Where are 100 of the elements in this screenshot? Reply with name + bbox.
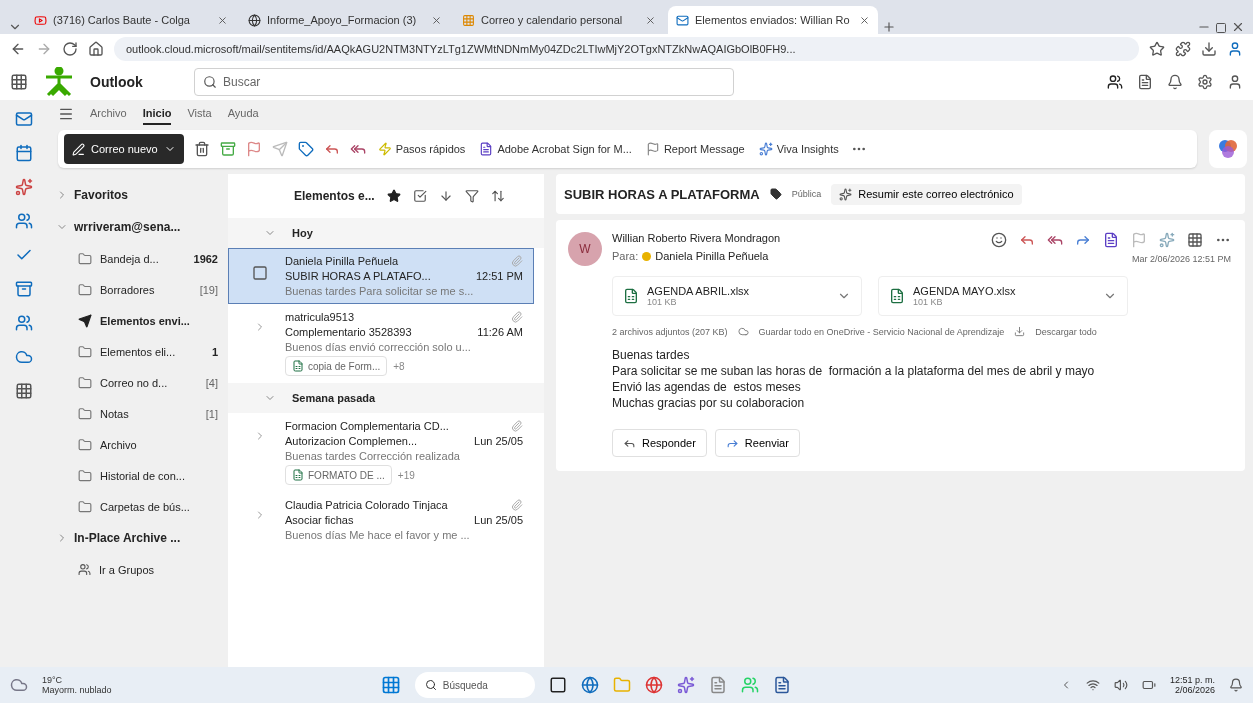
browser-tab[interactable]: (3716) Carlos Baute - Colga — [26, 6, 236, 34]
sender-name: Willian Roberto Rivera Mondragon — [612, 232, 781, 244]
folder-title: Elementos e... — [294, 189, 375, 203]
new-tab-icon[interactable] — [882, 20, 896, 34]
folder-item[interactable]: Bandeja d... 1962 — [56, 244, 218, 273]
back-icon[interactable] — [10, 41, 26, 57]
battery-icon[interactable] — [1142, 678, 1156, 692]
jump-icon — [438, 189, 453, 203]
folder-item[interactable]: Borradores [19] — [56, 275, 218, 304]
mail-icon[interactable] — [15, 110, 33, 128]
report-message-button[interactable]: Report Message — [643, 140, 747, 158]
close-icon[interactable] — [645, 14, 656, 26]
download-link[interactable]: Descargar todo — [1035, 326, 1097, 337]
address-bar[interactable]: outlook.cloud.microsoft/mail/sentitems/id/AAQkAGU2NTM3NTYzLTg1ZWMtNDNmMy04ZDc2LTIwMjY2OTgxNTZkNwAQAIGbOlB0FH9... — [114, 37, 1139, 61]
search-field[interactable]: Buscar — [194, 68, 734, 96]
close-icon[interactable] — [859, 14, 870, 26]
browser-tab[interactable]: Informe_Apoyo_Formacion (3) — [240, 6, 450, 34]
bookmark-star-icon[interactable] — [1149, 41, 1165, 57]
folder-group-title[interactable]: In-Place Archive ... — [74, 531, 181, 545]
weather-text: Mayorm. nublado — [42, 685, 112, 695]
folder-item[interactable]: Elementos eli... 1 — [56, 337, 218, 366]
download-icon[interactable] — [1201, 41, 1217, 57]
reload-icon[interactable] — [62, 41, 78, 57]
flag-icon[interactable] — [245, 141, 262, 157]
filter-icon — [464, 189, 479, 203]
notification-icon[interactable] — [1229, 678, 1243, 692]
body-line: Buenas tardes — [612, 347, 691, 363]
forward-button[interactable]: Reenviar — [714, 429, 800, 457]
folder-icon — [78, 251, 92, 266]
cloud-icon — [737, 326, 749, 337]
summarize-button[interactable]: Resumir este correo electrónico — [831, 183, 1022, 205]
calendar-icon[interactable] — [15, 144, 33, 162]
box-icon[interactable] — [15, 280, 33, 298]
browser-tab[interactable]: Correo y calendario personal — [454, 6, 664, 34]
body-line: Envió las agendas de estos meses — [612, 379, 802, 395]
browser-icon[interactable] — [580, 676, 599, 694]
checkbox-icon — [252, 265, 268, 281]
compose-icon — [72, 142, 85, 156]
groups-link[interactable]: Ir a Grupos — [56, 555, 218, 584]
attachment-chip[interactable]: FORMATO DE ... — [285, 465, 392, 485]
maximize-icon[interactable] — [1215, 22, 1227, 34]
reply-button[interactable]: Responder — [612, 429, 707, 457]
folder-icon — [78, 344, 92, 359]
acrobat-button[interactable]: Adobe Acrobat Sign for M... — [477, 140, 634, 158]
ribbon-tab[interactable]: Ayuda — [227, 103, 259, 125]
cloud-icon[interactable] — [15, 348, 33, 366]
task-view-icon[interactable] — [548, 676, 567, 694]
attachment-card[interactable]: AGENDA MAYO.xlsx 101 KB — [878, 276, 1128, 316]
tag-icon — [769, 188, 782, 200]
wifi-icon[interactable] — [1086, 678, 1100, 692]
weather-icon — [10, 676, 28, 694]
quick-steps-button[interactable]: Pasos rápidos — [375, 140, 468, 158]
people-icon[interactable] — [15, 212, 33, 230]
folder-item[interactable]: Correo no d... [4] — [56, 368, 218, 397]
document-icon[interactable] — [1103, 232, 1119, 248]
account-name[interactable]: wrriveram@sena... — [74, 220, 181, 234]
ribbon-tab[interactable]: Vista — [187, 103, 212, 125]
attachment-card[interactable]: AGENDA ABRIL.xlsx 101 KB — [612, 276, 862, 316]
settings-icon[interactable] — [1197, 74, 1213, 90]
home-icon[interactable] — [88, 41, 104, 57]
attachment-chip[interactable]: copia de Form... — [285, 356, 388, 376]
avatar: W — [568, 232, 602, 266]
insights-button[interactable]: Viva Insights — [756, 140, 841, 158]
ribbon-tab[interactable]: Archivo — [90, 103, 127, 125]
send-icon — [78, 313, 92, 328]
bell-icon[interactable] — [1167, 74, 1183, 90]
copilot-button[interactable] — [1209, 130, 1247, 168]
ribbon-tab[interactable]: Inicio — [142, 103, 172, 125]
emoji-icon[interactable] — [991, 232, 1007, 248]
archive-icon[interactable] — [219, 141, 236, 157]
volume-icon[interactable] — [1114, 678, 1128, 692]
profile-icon[interactable] — [1227, 41, 1243, 57]
folder-item[interactable]: Archivo — [56, 430, 218, 459]
folder-item[interactable]: Carpetas de bús... — [56, 492, 218, 521]
attachment-summary: 2 archivos adjuntos (207 KB) — [612, 326, 728, 337]
app-launcher-icon[interactable] — [10, 73, 28, 91]
delete-icon[interactable] — [193, 141, 210, 157]
sort-icon — [490, 189, 505, 203]
browser-tab[interactable]: Elementos enviados: Willian Ro — [668, 6, 878, 34]
folder-item[interactable]: Elementos envi... — [56, 306, 218, 335]
menu-icon[interactable] — [58, 106, 74, 122]
status-dot-icon — [642, 251, 652, 261]
spreadsheet-icon — [292, 469, 304, 481]
save-link[interactable]: Guardar todo en OneDrive - Servicio Nacional de Aprendizaje — [758, 326, 1005, 337]
close-icon[interactable] — [431, 14, 442, 26]
app-name: Outlook — [90, 74, 144, 90]
folder-item[interactable]: Notas [1] — [56, 399, 218, 428]
close-icon[interactable] — [1231, 20, 1245, 34]
new-mail-button[interactable]: Correo nuevo — [64, 134, 184, 164]
message-item[interactable]: Daniela Pinilla Peñuela SUBIR HORAS A PLATAFO... 12:51 PM Buenas tardes Para solicitar se me s... — [228, 248, 534, 304]
start-icon[interactable] — [380, 675, 401, 695]
extensions-icon[interactable] — [1175, 41, 1191, 57]
account-icon[interactable] — [1227, 74, 1243, 90]
apps-icon[interactable] — [15, 382, 33, 400]
folder-group-title[interactable]: Favoritos — [74, 188, 128, 202]
folder-item[interactable]: Historial de con... — [56, 461, 218, 490]
group-header: Semana pasada — [292, 392, 376, 404]
close-icon[interactable] — [217, 14, 228, 26]
taskbar-search[interactable]: Búsqueda — [414, 672, 535, 698]
file-icon[interactable] — [708, 676, 727, 694]
